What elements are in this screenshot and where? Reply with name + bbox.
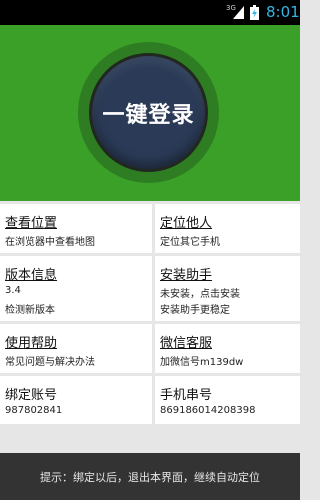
wechat-service-desc: 加微信号m139dw — [160, 357, 244, 368]
one-click-login-button[interactable]: 一键登录 — [92, 56, 205, 169]
install-helper-title: 安装助手 — [160, 268, 213, 283]
locate-others-desc: 定位其它手机 — [160, 237, 220, 248]
header-banner: 一键登录 — [0, 25, 300, 201]
install-helper-card[interactable]: 安装助手 未安装，点击安装 安装助手更稳定 — [155, 256, 300, 321]
install-helper-status: 未安装，点击安装 — [160, 289, 240, 300]
phone-serial-title: 手机串号 — [160, 388, 213, 403]
locate-others-card[interactable]: 定位他人 定位其它手机 — [155, 204, 300, 253]
check-update-text: 检测新版本 — [5, 305, 55, 316]
help-desc: 常见问题与解决办法 — [5, 357, 95, 368]
bound-account-card[interactable]: 绑定账号 987802841 — [0, 376, 152, 424]
footer-tip-bar: 提示：绑定以后，退出本界面，继续自动定位 — [0, 453, 300, 500]
footer-tip-text: 提示：绑定以后，退出本界面，继续自动定位 — [40, 470, 260, 484]
phone-serial-card[interactable]: 手机串号 869186014208398 — [155, 376, 300, 424]
version-number: 3.4 — [5, 285, 21, 296]
status-bar: 3G 8:01 — [0, 0, 300, 25]
view-location-title: 查看位置 — [5, 216, 58, 231]
install-helper-note: 安装助手更稳定 — [160, 305, 230, 316]
version-info-card[interactable]: 版本信息 3.4 检测新版本 — [0, 256, 152, 321]
view-location-desc: 在浏览器中查看地图 — [5, 237, 95, 248]
battery-charging-icon — [250, 5, 259, 20]
signal-bars-icon — [233, 6, 244, 19]
help-card[interactable]: 使用帮助 常见问题与解决办法 — [0, 324, 152, 373]
bound-account-title: 绑定账号 — [5, 388, 58, 403]
wechat-service-card[interactable]: 微信客服 加微信号m139dw — [155, 324, 300, 373]
phone-serial-value: 869186014208398 — [160, 405, 256, 416]
version-info-title: 版本信息 — [5, 268, 58, 283]
help-title: 使用帮助 — [5, 336, 58, 351]
locate-others-title: 定位他人 — [160, 216, 213, 231]
wechat-service-title: 微信客服 — [160, 336, 213, 351]
clock: 8:01 — [266, 3, 300, 21]
view-location-card[interactable]: 查看位置 在浏览器中查看地图 — [0, 204, 152, 253]
bound-account-value: 987802841 — [5, 405, 63, 416]
